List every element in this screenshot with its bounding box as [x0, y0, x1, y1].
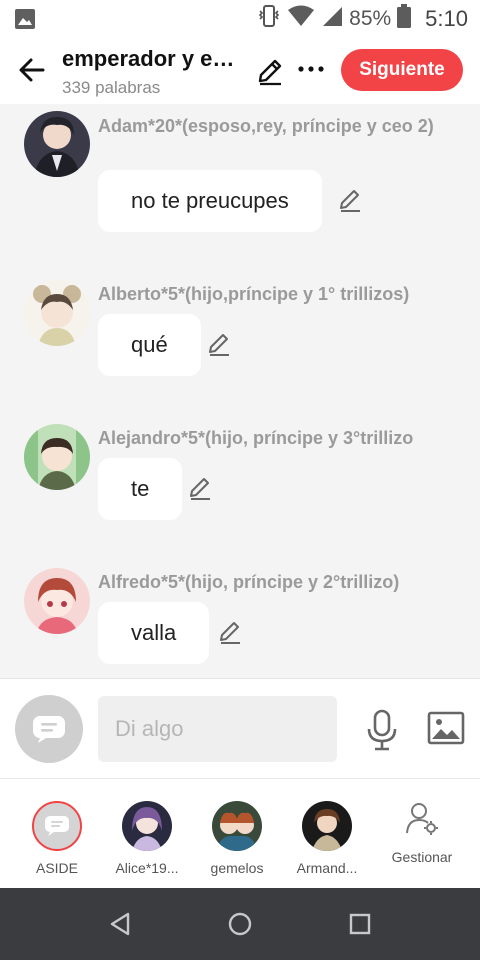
tab-label: Gestionar [391, 849, 453, 865]
sender-name: Adam*20*(esposo,rey, príncipe y ceo 2) [98, 116, 434, 136]
story-title: emperador y emperatriz [62, 46, 242, 71]
image-notification-icon [14, 8, 36, 35]
status-bar: 85% 5:10 [0, 0, 480, 38]
clock: 5:10 [425, 6, 468, 31]
wifi-icon [287, 4, 315, 34]
avatar[interactable] [24, 111, 90, 177]
vibrate-icon [257, 3, 281, 35]
tab-label: gemelos [210, 860, 264, 876]
sender-name: Alberto*5*(hijo,príncipe y 1° trillizos) [98, 284, 410, 304]
avatar[interactable] [24, 280, 90, 346]
edit-message-icon[interactable] [186, 474, 214, 502]
nav-home-icon[interactable] [226, 910, 254, 938]
chat-list[interactable]: Adam*20*(esposo,rey, príncipe y ceo 2) n… [0, 104, 480, 678]
message-bubble[interactable]: valla [98, 602, 210, 664]
character-bar: ASIDE Alice*19... gemelos Armand... Gest… [0, 778, 480, 888]
nav-back-icon[interactable] [106, 910, 134, 938]
edit-message-icon[interactable] [205, 330, 233, 358]
manage-characters-icon [405, 801, 439, 835]
nav-recents-icon[interactable] [346, 910, 374, 938]
system-navigation-bar [0, 888, 480, 960]
battery-percent: 85% [349, 7, 392, 30]
edit-message-icon[interactable] [336, 186, 364, 214]
tab-armand[interactable]: Armand... [282, 779, 372, 889]
more-options-icon[interactable] [296, 54, 326, 84]
tab-label: Alice*19... [115, 860, 179, 876]
aside-avatar [32, 801, 82, 851]
back-arrow-icon[interactable] [14, 52, 50, 88]
message-bubble[interactable]: no te preucupes [98, 170, 322, 232]
tab-gemelos[interactable]: gemelos [192, 779, 282, 889]
avatar [302, 801, 352, 851]
edit-message-icon[interactable] [216, 618, 244, 646]
word-count: 339 palabras [62, 78, 161, 97]
avatar[interactable] [24, 568, 90, 634]
microphone-icon[interactable] [364, 709, 400, 751]
tab-label: Armand... [296, 860, 358, 876]
signal-icon [321, 5, 343, 33]
tab-manage[interactable]: Gestionar [377, 779, 467, 889]
sender-name: Alejandro*5*(hijo, príncipe y 3°trillizo [98, 428, 414, 448]
avatar [122, 801, 172, 851]
next-button[interactable]: Siguiente [341, 49, 463, 91]
aside-message-icon[interactable] [15, 695, 83, 763]
sender-name: Alfredo*5*(hijo, príncipe y 2°trillizo) [98, 572, 400, 592]
avatar[interactable] [24, 424, 90, 490]
tab-aside[interactable]: ASIDE [12, 779, 102, 889]
image-upload-icon[interactable] [427, 711, 465, 745]
message-bubble[interactable]: qué [98, 314, 201, 376]
tab-alice[interactable]: Alice*19... [102, 779, 192, 889]
battery-icon [397, 4, 412, 34]
message-composer [0, 678, 480, 778]
message-bubble[interactable]: te [98, 458, 183, 520]
pencil-icon[interactable] [254, 55, 286, 87]
avatar [212, 801, 262, 851]
top-app-bar: emperador y emperatriz 339 palabras Sigu… [0, 38, 480, 104]
message-input[interactable] [98, 696, 337, 762]
tab-label: ASIDE [35, 860, 78, 876]
